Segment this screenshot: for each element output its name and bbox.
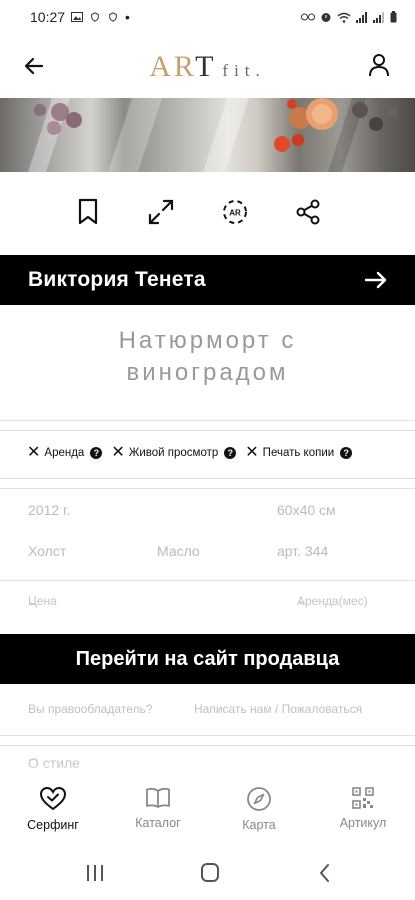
unavailable-x-icon: ✕ bbox=[111, 444, 125, 461]
alarm-icon bbox=[321, 13, 331, 22]
app-logo: ART fit. bbox=[149, 50, 266, 84]
artwork-image[interactable] bbox=[0, 98, 415, 172]
link-icon bbox=[301, 13, 315, 21]
signal-icon-2 bbox=[373, 11, 384, 23]
artist-name: Виктория Тенета bbox=[28, 268, 206, 291]
clock: 10:27 bbox=[30, 9, 66, 25]
option-label: Печать копии bbox=[262, 447, 335, 459]
shield-heart-icon bbox=[109, 12, 117, 22]
fullscreen-icon bbox=[148, 199, 174, 225]
recent-apps-icon[interactable] bbox=[80, 860, 110, 886]
painting-art bbox=[34, 98, 398, 152]
availability-options: ✕ Аренда ? ✕ Живой просмотр ? ✕ Печать к… bbox=[0, 440, 415, 466]
ar-view-icon: AR bbox=[223, 200, 247, 224]
shield-icon bbox=[91, 12, 99, 22]
share-icon bbox=[296, 199, 320, 225]
tab-map[interactable]: Карта bbox=[214, 786, 304, 832]
detail-year: 2012 г. bbox=[28, 502, 71, 518]
tab-label: Артикул bbox=[339, 816, 387, 830]
back-arrow-icon[interactable] bbox=[20, 52, 48, 80]
artwork-title: Натюрморт с виноградом bbox=[0, 325, 415, 389]
title-line-1: Натюрморт с bbox=[118, 327, 297, 354]
option-live-view[interactable]: ✕ Живой просмотр ? bbox=[111, 444, 237, 461]
gallery-icon bbox=[71, 12, 84, 22]
option-label: Живой просмотр bbox=[128, 447, 219, 459]
tab-label: Карта bbox=[242, 818, 276, 832]
wifi-icon bbox=[337, 12, 351, 23]
home-icon[interactable] bbox=[195, 860, 225, 886]
logo-sub: fit. bbox=[222, 61, 266, 80]
help-icon[interactable]: ? bbox=[340, 447, 353, 459]
tab-surfing[interactable]: Серфинг bbox=[8, 786, 98, 832]
owner-question: Вы правообладатель? bbox=[28, 702, 153, 716]
system-nav-bar bbox=[0, 846, 415, 900]
option-print-copy[interactable]: ✕ Печать копии ? bbox=[245, 444, 353, 461]
chevron-down-icon: ⌄ bbox=[297, 594, 308, 608]
divider bbox=[0, 580, 415, 581]
detail-size: 60x40 см bbox=[277, 502, 336, 518]
tab-article[interactable]: Артикул bbox=[318, 786, 408, 830]
profile-icon[interactable] bbox=[365, 51, 393, 79]
unavailable-x-icon: ✕ bbox=[27, 444, 41, 461]
rent-label: Аренда(мес) bbox=[297, 594, 368, 608]
divider bbox=[0, 488, 415, 489]
divider bbox=[0, 430, 415, 431]
artwork-actions: AR bbox=[0, 188, 415, 240]
title-line-2: виноградом bbox=[126, 359, 289, 386]
go-to-seller-button[interactable]: Перейти на сайт продавца bbox=[0, 634, 415, 684]
notification-dot: • bbox=[125, 9, 130, 25]
book-icon bbox=[146, 787, 170, 808]
divider bbox=[0, 745, 415, 746]
compass-icon bbox=[247, 787, 271, 811]
about-style-heading[interactable]: О стиле bbox=[28, 755, 80, 771]
divider bbox=[0, 420, 415, 421]
contact-link[interactable]: Написать нам / Пожаловаться bbox=[194, 702, 362, 716]
detail-technique: Масло bbox=[157, 543, 200, 559]
fullscreen-button[interactable] bbox=[143, 194, 179, 230]
share-button[interactable] bbox=[290, 194, 326, 230]
signal-icon bbox=[356, 11, 367, 23]
tab-catalog[interactable]: Каталог bbox=[113, 786, 203, 830]
tab-label: Серфинг bbox=[27, 818, 79, 832]
heart-check-icon bbox=[39, 786, 67, 811]
bookmark-icon bbox=[78, 198, 98, 225]
logo-dark: T bbox=[195, 50, 217, 83]
qr-code-icon bbox=[352, 787, 374, 809]
bookmark-button[interactable] bbox=[70, 194, 106, 230]
ar-view-button[interactable]: AR bbox=[217, 194, 253, 230]
battery-icon bbox=[390, 11, 397, 23]
option-label: Аренда bbox=[44, 447, 85, 459]
detail-material: Холст bbox=[28, 543, 67, 559]
help-icon[interactable]: ? bbox=[90, 447, 103, 459]
divider bbox=[0, 735, 415, 736]
bottom-tab-bar: Серфинг Каталог Карта Артикул bbox=[0, 776, 415, 846]
artist-link[interactable]: Виктория Тенета bbox=[0, 255, 415, 305]
option-rent[interactable]: ✕ Аренда ? bbox=[27, 444, 103, 461]
divider bbox=[0, 478, 415, 479]
unavailable-x-icon: ✕ bbox=[245, 444, 259, 461]
app-header: ART fit. bbox=[0, 34, 415, 98]
tab-label: Каталог bbox=[135, 816, 181, 830]
back-nav-icon[interactable] bbox=[310, 860, 340, 886]
detail-article: арт. 344 bbox=[277, 543, 329, 559]
chevron-down-icon: ⌄ bbox=[28, 594, 39, 608]
status-bar: 10:27 • bbox=[0, 0, 415, 34]
logo-accent: AR bbox=[149, 50, 196, 83]
svg-text:AR: AR bbox=[229, 209, 241, 218]
arrow-right-icon bbox=[364, 271, 387, 289]
help-icon[interactable]: ? bbox=[224, 447, 237, 459]
